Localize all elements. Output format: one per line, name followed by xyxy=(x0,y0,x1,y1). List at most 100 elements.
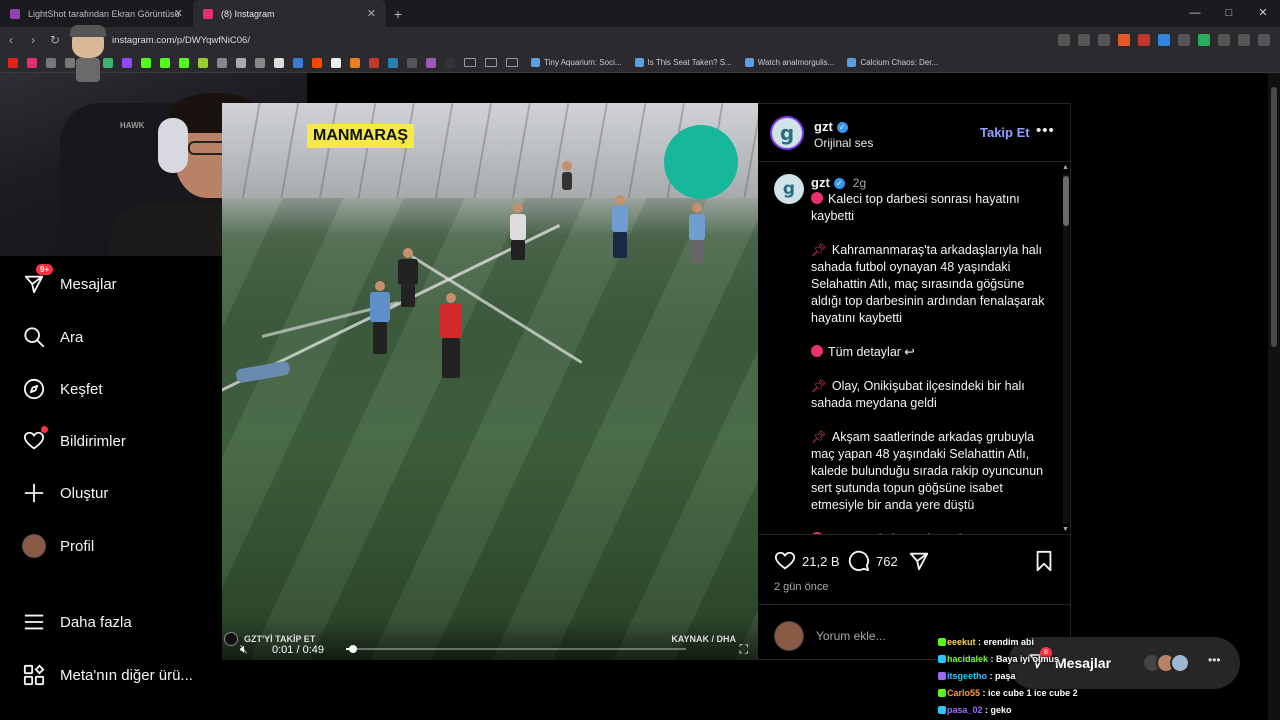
sidebar-item-create[interactable]: Oluştur xyxy=(22,481,108,505)
bookmark-icon[interactable] xyxy=(350,57,360,68)
extension-icon[interactable] xyxy=(1138,34,1150,46)
folder-icon[interactable] xyxy=(464,58,476,67)
more-options-icon[interactable]: ••• xyxy=(1208,653,1221,667)
tab-lightshot[interactable]: LightShot tarafından Ekran Görüntüsü ✕ xyxy=(0,0,193,27)
video-progress-knob[interactable] xyxy=(348,645,357,653)
url-field[interactable]: instagram.com/p/DWYqwfNiC06/ xyxy=(112,35,250,46)
puzzle-icon[interactable] xyxy=(1218,34,1230,46)
mute-icon[interactable]: 🔇︎ xyxy=(240,642,248,657)
sidebar-item-search[interactable]: Ara xyxy=(22,325,83,349)
zoom-icon[interactable] xyxy=(1078,34,1090,46)
bookmark-icon[interactable] xyxy=(236,57,246,68)
pin-icon: 📌︎ xyxy=(811,430,827,444)
chat-message: hacidalek : Baya iyi olmuş xyxy=(938,651,1138,668)
chat-badge-icon xyxy=(938,655,946,663)
back-icon[interactable]: ‹ xyxy=(0,33,22,47)
comment-button[interactable]: 762 xyxy=(848,550,898,572)
sidebar-item-notifications[interactable]: Bildirimler xyxy=(22,426,126,453)
sidebar-item-profile[interactable]: Profil xyxy=(22,534,94,558)
more-options-icon[interactable]: ••• xyxy=(1036,122,1055,139)
folder-icon[interactable] xyxy=(506,58,518,67)
scroll-thumb[interactable] xyxy=(1063,176,1069,226)
bookmark-icon[interactable] xyxy=(331,57,341,68)
bookmark-icon[interactable] xyxy=(407,57,417,68)
bookmark-link[interactable]: Tiny Aquarium: Soci... xyxy=(531,58,622,67)
bookmark-icon[interactable] xyxy=(255,57,265,68)
reddit-bookmark-icon[interactable] xyxy=(312,57,322,68)
share-icon[interactable] xyxy=(1098,34,1110,46)
bookmark-icon xyxy=(634,58,644,67)
kick-bookmark-icon[interactable] xyxy=(160,57,170,68)
video-progress-bar[interactable] xyxy=(346,645,686,653)
caption-author[interactable]: gzt ✓ 2g xyxy=(811,175,866,190)
account-avatar[interactable]: g xyxy=(770,116,804,150)
account-name[interactable]: gzt ✓ xyxy=(814,119,848,134)
bookmark-icon[interactable] xyxy=(426,57,436,68)
kick-bookmark-icon[interactable] xyxy=(141,57,151,68)
page-scroll-thumb[interactable] xyxy=(1271,87,1277,347)
bookmark-link[interactable]: Watch analmorgulis... xyxy=(744,58,834,67)
comment-input[interactable]: Yorum ekle... xyxy=(816,629,886,643)
sidebar-item-meta[interactable]: Meta'nın diğer ürü... xyxy=(22,663,193,687)
scroll-up-icon[interactable]: ▲ xyxy=(1062,164,1069,171)
extension-icon[interactable] xyxy=(1158,34,1170,46)
extension-icon[interactable] xyxy=(1198,34,1210,46)
instagram-bookmark-icon[interactable] xyxy=(27,57,37,68)
youtube-bookmark-icon[interactable] xyxy=(8,57,18,68)
mouse-cursor-icon xyxy=(224,632,238,646)
kick-bookmark-icon[interactable] xyxy=(179,57,189,68)
player-figure xyxy=(689,203,705,264)
menu-icon[interactable] xyxy=(1258,34,1270,46)
player-figure xyxy=(510,203,526,260)
bookmark-icon xyxy=(531,58,540,67)
follow-button[interactable]: Takip Et xyxy=(980,125,1030,140)
bookmark-link[interactable]: Calcium Chaos: Der... xyxy=(847,58,938,67)
extension-icon[interactable] xyxy=(1178,34,1190,46)
recent-contacts xyxy=(1142,653,1190,673)
brave-shield-icon[interactable] xyxy=(1118,34,1130,46)
bookmark-icon[interactable] xyxy=(388,57,398,68)
bookmark-icon[interactable] xyxy=(293,57,303,68)
chat-message: pasa_02 : geko xyxy=(938,702,1138,719)
install-icon[interactable] xyxy=(1058,34,1070,46)
video-player[interactable]: MANMARAŞ GZT'Yİ TAKİP ET KAYNAK / DHA 🔇︎… xyxy=(222,103,758,660)
close-tab-icon[interactable]: ✕ xyxy=(174,7,183,20)
heart-icon xyxy=(774,551,796,570)
sidebar-item-more[interactable]: Daha fazla xyxy=(22,610,132,634)
bookmark-icon[interactable] xyxy=(46,57,56,68)
close-window-button[interactable]: ✕ xyxy=(1246,0,1280,27)
page-scrollbar[interactable] xyxy=(1268,73,1280,720)
maximize-button[interactable]: □ xyxy=(1212,0,1246,27)
close-tab-icon[interactable]: ✕ xyxy=(367,7,376,20)
bookmark-icon xyxy=(847,58,857,67)
sidebar-icon[interactable] xyxy=(1238,34,1250,46)
bookmark-link[interactable]: Is This Seat Taken? S... xyxy=(634,58,732,67)
minimize-button[interactable]: — xyxy=(1178,0,1212,27)
post-caption: g gzt ✓ 2g Kaleci top darbesi sonrası haya… xyxy=(758,162,1058,534)
bookmark-icon[interactable] xyxy=(217,57,227,68)
caption-avatar[interactable]: g xyxy=(774,174,804,204)
fullscreen-icon[interactable]: ⛶ xyxy=(740,642,748,657)
forward-icon[interactable]: › xyxy=(22,33,44,47)
bookmark-icon[interactable] xyxy=(445,57,455,68)
tab-instagram[interactable]: (8) Instagram ✕ xyxy=(193,0,386,27)
caption-paragraph: 📌︎ Akşam saatlerinde arkadaş grubuyla maç… xyxy=(811,429,1051,514)
scroll-down-icon[interactable]: ▼ xyxy=(1062,526,1069,533)
folder-icon[interactable] xyxy=(485,58,497,67)
bookmark-icon[interactable] xyxy=(198,57,208,68)
sidebar-item-label: Keşfet xyxy=(60,380,103,398)
tab-label: LightShot tarafından Ekran Görüntüsü xyxy=(28,8,180,19)
audio-label[interactable]: Orijinal ses xyxy=(814,136,873,150)
save-button[interactable] xyxy=(1034,550,1054,572)
new-tab-button[interactable]: + xyxy=(386,6,410,22)
bookmark-icon[interactable] xyxy=(122,57,132,68)
sidebar-item-explore[interactable]: Keşfet xyxy=(22,377,103,401)
like-button[interactable]: 21,2 B xyxy=(774,550,840,572)
sidebar-item-messages[interactable]: 9+ Mesajlar xyxy=(22,264,117,296)
x-bookmark-icon[interactable] xyxy=(274,57,284,68)
reload-icon[interactable]: ↻ xyxy=(44,33,66,47)
player-figure xyxy=(612,195,628,258)
bookmark-icon[interactable] xyxy=(369,57,379,68)
caption-scrollbar[interactable]: ▲ ▼ xyxy=(1061,164,1069,534)
share-button[interactable] xyxy=(908,550,930,572)
